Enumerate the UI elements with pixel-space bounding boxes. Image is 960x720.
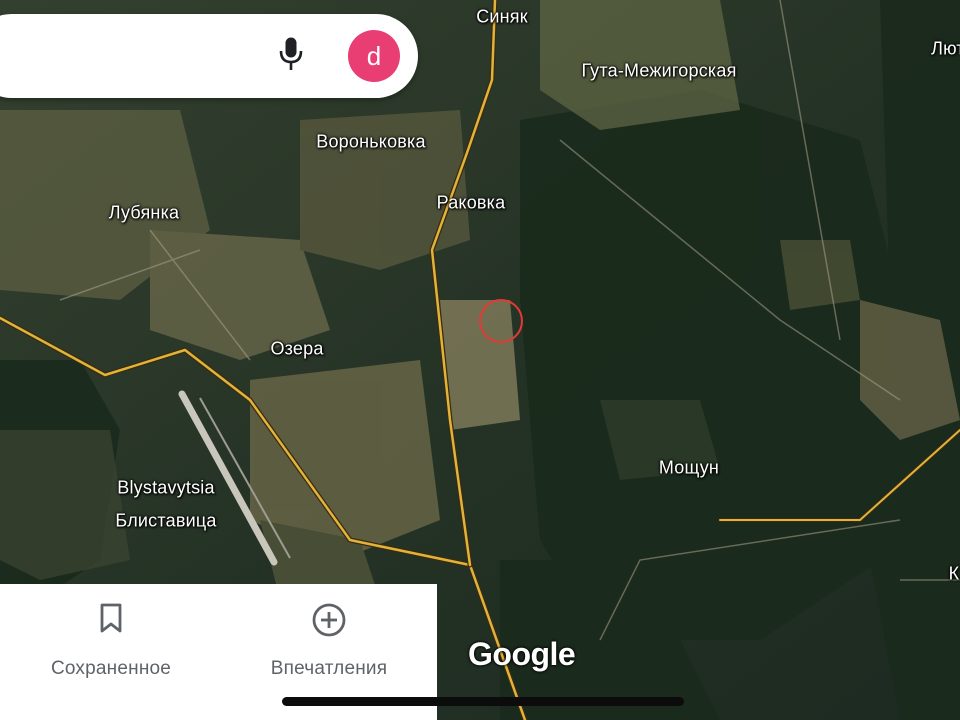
account-avatar[interactable]: d	[348, 30, 400, 82]
home-indicator[interactable]	[282, 697, 684, 706]
place-label-blystavytsia[interactable]: Blystavytsia	[117, 478, 214, 499]
add-circle-icon	[312, 603, 346, 637]
tab-contribute[interactable]: Впечатления	[258, 602, 400, 680]
place-label-rakovka[interactable]: Раковка	[437, 193, 506, 214]
place-label-lyut[interactable]: Лют	[931, 39, 960, 60]
tab-saved[interactable]: Сохраненное	[41, 602, 181, 680]
place-label-lubyanka[interactable]: Лубянка	[109, 203, 180, 224]
bookmark-icon	[100, 603, 122, 633]
place-label-ozera[interactable]: Озера	[270, 339, 323, 360]
place-label-syniak[interactable]: Синяк	[476, 7, 528, 28]
google-logo: Google	[468, 636, 576, 672]
place-label-moshchun[interactable]: Мощун	[659, 458, 719, 479]
place-label-voronkovka[interactable]: Вороньковка	[316, 132, 426, 153]
place-label-partial-k[interactable]: К	[949, 564, 960, 585]
place-label-blystavytsia-cyrillic[interactable]: Блиставица	[115, 511, 216, 532]
place-label-huta-mezhyhirska[interactable]: Гута-Межигорская	[581, 61, 736, 82]
microphone-icon[interactable]	[272, 34, 310, 74]
tab-contribute-label: Впечатления	[270, 658, 388, 679]
tab-saved-label: Сохраненное	[50, 658, 172, 679]
